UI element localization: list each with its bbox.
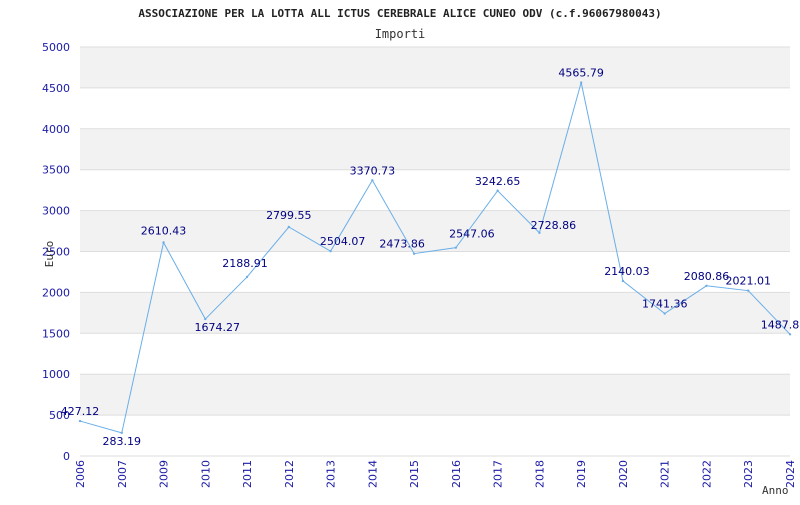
data-point [204,317,207,321]
chart-subtitle: Importi [375,27,426,41]
x-tick-label: 2014 [366,460,379,488]
y-tick-label: 3000 [42,205,70,218]
y-tick-label: 1500 [42,327,70,340]
x-tick-label: 2013 [325,460,338,488]
data-label: 3242.65 [475,175,521,188]
data-label: 3370.73 [350,164,396,177]
y-tick-label: 4000 [42,123,70,136]
data-label: 2473.86 [379,238,425,251]
data-label: 2728.86 [531,219,577,232]
x-axis-title: Anno [762,484,789,497]
x-tick-label: 2021 [659,460,672,488]
data-point [663,312,666,315]
data-point [747,289,750,292]
plot-band [80,333,790,375]
y-tick-label: 4500 [42,82,70,95]
data-point [579,81,583,84]
x-tick-label: 2020 [617,460,630,488]
x-tick-label: 2017 [492,460,505,488]
data-point [705,284,708,287]
data-label: 2021.01 [725,275,771,288]
x-tick-label: 2015 [408,460,421,488]
x-tick-label: 2007 [116,460,129,488]
plot-band [80,210,790,252]
y-tick-label: 3500 [42,164,70,177]
data-point [788,333,792,336]
y-tick-label: 2000 [42,286,70,299]
line-chart: ASSOCIAZIONE PER LA LOTTA ALL ICTUS CERE… [42,7,800,497]
x-tick-label: 2016 [450,460,463,488]
x-tick-label: 2023 [742,460,755,488]
plot-band [80,87,790,129]
data-point [78,419,82,423]
data-label: 427.12 [61,405,100,418]
data-label: 1487.8 [761,318,800,331]
x-tick-label: 2009 [158,460,171,488]
data-point [120,431,123,435]
x-axis-ticks: 2006 2007 2009 2010 2011 2012 2013 2014 2015 2016… [74,460,797,488]
plot-band [80,374,790,416]
y-tick-label: 1000 [42,368,70,381]
y-tick-label: 0 [63,450,70,463]
y-axis-title: Euro [43,241,56,268]
data-label: 2610.43 [141,224,187,237]
data-label: 2140.03 [604,265,650,278]
plot-band [80,169,790,211]
x-tick-label: 2022 [700,460,713,488]
data-point [496,189,499,192]
data-point [245,275,249,279]
y-tick-label: 5000 [42,41,70,54]
chart-title: ASSOCIAZIONE PER LA LOTTA ALL ICTUS CERE… [138,7,661,20]
data-label: 2799.55 [266,209,312,222]
chart-container: ASSOCIAZIONE PER LA LOTTA ALL ICTUS CERE… [0,0,800,500]
data-point [287,225,291,229]
data-label: 2547.06 [449,228,495,241]
x-tick-label: 2019 [575,460,588,488]
x-tick-label: 2012 [283,460,296,488]
data-label: 1741.36 [642,298,688,311]
data-point [454,246,458,249]
data-point [538,231,541,234]
plot-band [80,47,790,88]
data-label: 4565.79 [558,67,604,80]
data-label: 2080.86 [684,270,730,283]
data-point [412,252,416,255]
data-point [621,279,625,283]
data-point [162,241,165,244]
plot-band [80,128,790,170]
data-label: 2188.91 [222,257,268,270]
plot-band [80,415,790,456]
data-label: 1674.27 [195,321,241,334]
data-point [371,179,374,182]
x-tick-label: 2006 [74,460,87,488]
x-tick-label: 2010 [199,460,212,488]
data-label: 2504.07 [320,235,366,248]
x-tick-label: 2018 [533,460,546,488]
data-label: 283.19 [103,435,142,448]
data-point [329,249,332,253]
x-tick-label: 2011 [241,460,254,488]
